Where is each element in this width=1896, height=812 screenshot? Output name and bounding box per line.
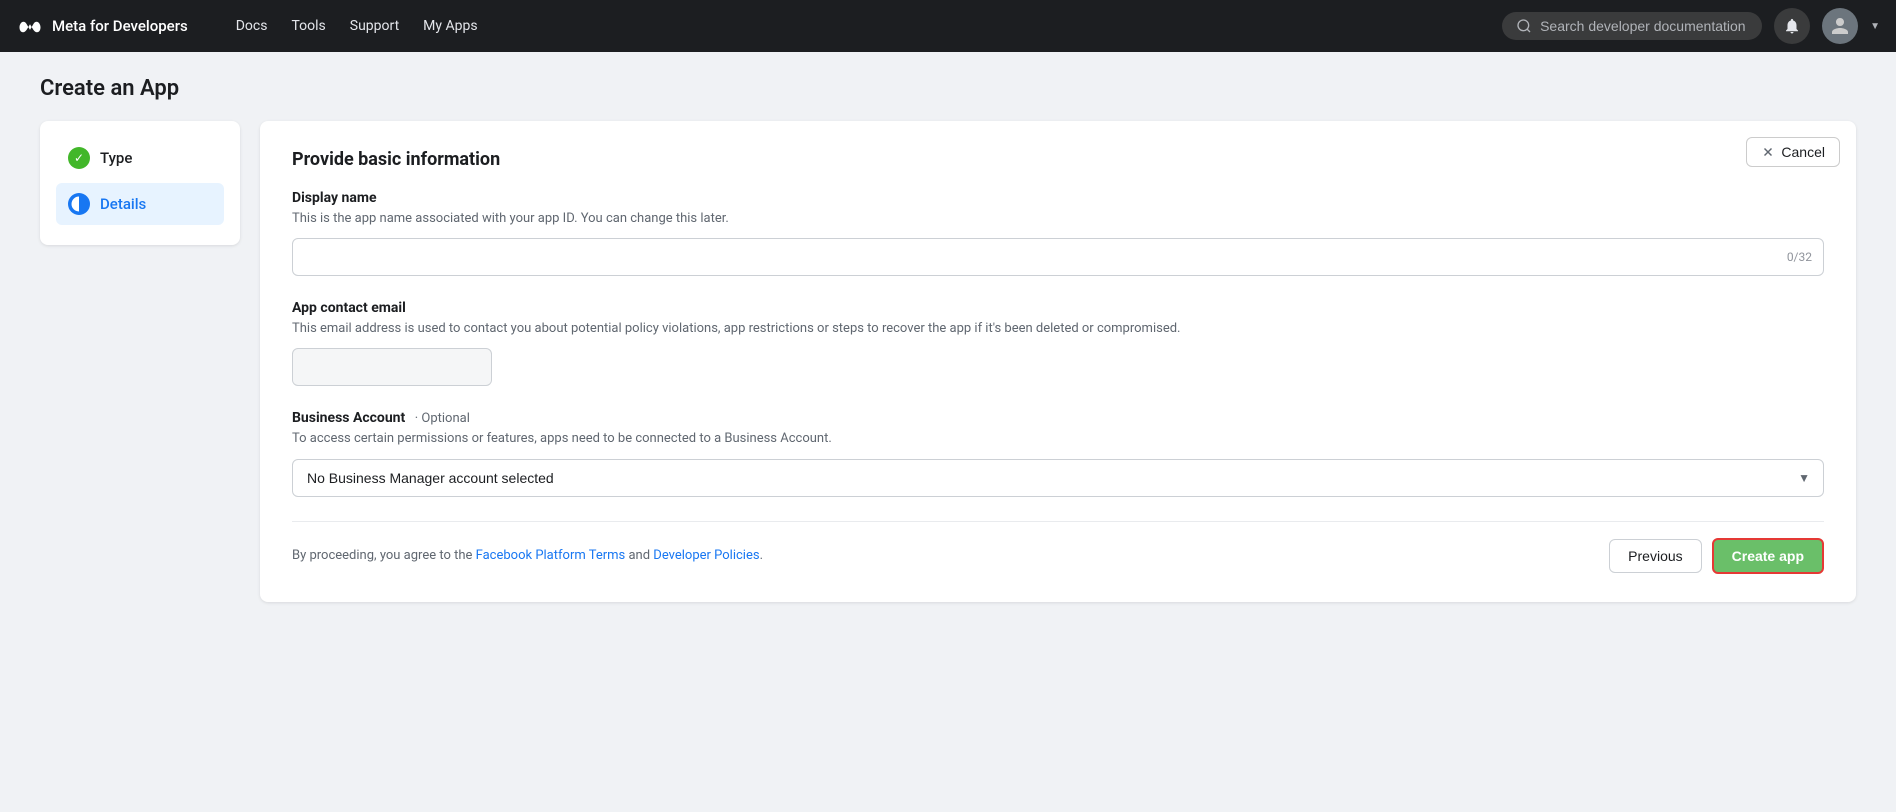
- navbar-right: ▼: [1502, 8, 1880, 44]
- search-box[interactable]: [1502, 12, 1762, 40]
- email-label: App contact email: [292, 300, 1824, 316]
- user-avatar[interactable]: [1822, 8, 1858, 44]
- create-app-button[interactable]: Create app: [1712, 538, 1824, 574]
- optional-label: · Optional: [415, 411, 470, 426]
- char-count: 0/32: [1787, 250, 1812, 264]
- cancel-button[interactable]: Cancel: [1746, 137, 1840, 167]
- content-wrapper: ✓ Type Details Cancel: [40, 121, 1856, 602]
- nav-links: Docs Tools Support My Apps: [236, 18, 478, 34]
- developer-policies-link[interactable]: Developer Policies: [653, 548, 759, 563]
- main-card: Cancel Provide basic information Display…: [260, 121, 1856, 602]
- page-content: Create an App ✓ Type Details: [0, 52, 1896, 626]
- type-done-icon: ✓: [68, 147, 90, 169]
- display-name-input[interactable]: [292, 238, 1824, 276]
- email-input[interactable]: [292, 348, 492, 386]
- previous-button[interactable]: Previous: [1609, 539, 1701, 573]
- nav-docs[interactable]: Docs: [236, 18, 268, 34]
- brand-logo[interactable]: Meta for Developers: [16, 12, 188, 40]
- card-footer: By proceeding, you agree to the Facebook…: [292, 521, 1824, 574]
- display-name-input-wrapper: 0/32: [292, 238, 1824, 276]
- navbar: Meta for Developers Docs Tools Support M…: [0, 0, 1896, 52]
- half-circle-icon: [70, 195, 88, 213]
- business-label: Business Account · Optional: [292, 410, 1824, 426]
- close-icon: [1761, 145, 1775, 159]
- display-name-label: Display name: [292, 190, 1824, 206]
- nav-tools[interactable]: Tools: [291, 18, 325, 34]
- page-title: Create an App: [40, 76, 1856, 101]
- email-desc: This email address is used to contact yo…: [292, 320, 1824, 338]
- search-icon: [1516, 18, 1532, 34]
- account-dropdown[interactable]: ▼: [1870, 21, 1880, 32]
- nav-myapps[interactable]: My Apps: [423, 18, 477, 34]
- sidebar: ✓ Type Details: [40, 121, 240, 245]
- business-account-field: Business Account · Optional To access ce…: [292, 410, 1824, 496]
- display-name-desc: This is the app name associated with you…: [292, 210, 1824, 228]
- search-input[interactable]: [1540, 18, 1748, 34]
- footer-text: By proceeding, you agree to the Facebook…: [292, 548, 763, 563]
- bell-icon: [1783, 17, 1801, 35]
- details-active-icon: [68, 193, 90, 215]
- meta-logo-icon: [16, 12, 44, 40]
- dropdown-arrow-icon: ▼: [1870, 21, 1880, 32]
- business-select-wrapper: No Business Manager account selected ▼: [292, 459, 1824, 497]
- display-name-field: Display name This is the app name associ…: [292, 190, 1824, 276]
- section-title: Provide basic information: [292, 149, 1824, 170]
- email-field-group: App contact email This email address is …: [292, 300, 1824, 386]
- nav-support[interactable]: Support: [350, 18, 399, 34]
- business-desc: To access certain permissions or feature…: [292, 430, 1824, 448]
- avatar-icon: [1830, 16, 1850, 36]
- sidebar-item-type[interactable]: ✓ Type: [56, 137, 224, 179]
- facebook-terms-link[interactable]: Facebook Platform Terms: [476, 548, 626, 563]
- footer-actions: Previous Create app: [1609, 538, 1824, 574]
- sidebar-item-details[interactable]: Details: [56, 183, 224, 225]
- notification-bell[interactable]: [1774, 8, 1810, 44]
- business-account-select[interactable]: No Business Manager account selected: [292, 459, 1824, 497]
